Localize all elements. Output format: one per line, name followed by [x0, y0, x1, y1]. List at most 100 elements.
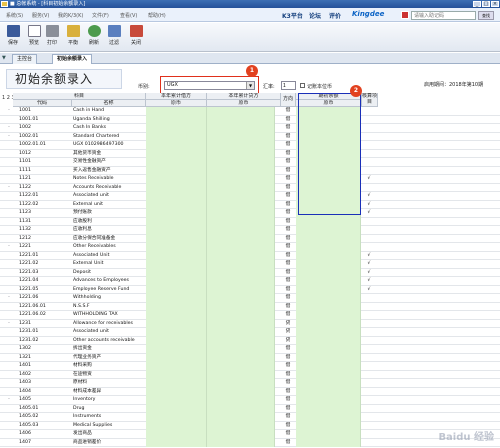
table-row[interactable]: 1402 在途物资 借 [0, 370, 500, 380]
table-row[interactable]: - 1002 Cash In Banks 借 [0, 124, 500, 133]
table-row[interactable]: 1321 代理业务资产 借 [0, 353, 500, 362]
table-row[interactable]: - 1221.06 Withholding 借 [0, 294, 500, 303]
expand-toggle[interactable] [5, 175, 13, 184]
table-row[interactable]: 1302 拆出资金 借 [0, 345, 500, 354]
ytd-debit-cell[interactable] [146, 209, 207, 218]
opening-balance-cell[interactable] [296, 387, 361, 396]
table-row[interactable]: 1002.01.01 UGX 0102986497300 借 [0, 141, 500, 150]
ytd-credit-cell[interactable] [207, 175, 275, 184]
opening-balance-cell[interactable] [296, 396, 361, 405]
ytd-credit-cell[interactable] [207, 336, 275, 345]
opening-balance-cell[interactable] [296, 328, 361, 337]
opening-balance-cell[interactable] [296, 268, 361, 277]
table-row[interactable]: 1231.01 Associated unit 贷 [0, 328, 500, 337]
table-row[interactable]: 1406 发出商品 借 [0, 430, 500, 439]
ytd-debit-cell[interactable] [146, 379, 207, 388]
menu-view[interactable]: 查看(V) [120, 12, 137, 19]
menu-system[interactable]: 系统(S) [6, 12, 23, 19]
expand-toggle[interactable] [5, 209, 13, 218]
expand-toggle[interactable] [5, 371, 13, 380]
ytd-credit-cell[interactable] [207, 217, 275, 226]
table-row[interactable]: - 1405 Inventory 借 [0, 396, 500, 405]
opening-balance-cell[interactable] [296, 336, 361, 345]
ytd-credit-cell[interactable] [207, 192, 275, 201]
ytd-debit-cell[interactable] [146, 285, 207, 294]
tab-opening-balance[interactable]: 初始余额录入 [52, 54, 93, 64]
expand-toggle[interactable]: - [5, 243, 13, 252]
save-button[interactable]: 保存 [5, 25, 21, 49]
ytd-credit-cell[interactable] [207, 268, 275, 277]
opening-balance-cell[interactable] [296, 311, 361, 320]
tab-main-console[interactable]: 主控台 [12, 54, 38, 64]
ytd-credit-cell[interactable] [207, 353, 275, 362]
table-row[interactable]: 1122.01 Associated unit 借 √ [0, 192, 500, 201]
ytd-debit-cell[interactable] [146, 430, 207, 439]
ytd-debit-cell[interactable] [146, 370, 207, 379]
table-row[interactable]: - 1001 Cash in Hand 借 [0, 107, 500, 116]
expand-toggle[interactable] [5, 277, 13, 286]
menu-service[interactable]: 服务(V) [32, 12, 49, 19]
expand-toggle[interactable] [5, 150, 13, 159]
ytd-debit-cell[interactable] [146, 438, 207, 447]
table-row[interactable]: 1221.06.02 WITHHOLDING TAX 借 [0, 311, 500, 320]
ytd-debit-cell[interactable] [146, 124, 207, 133]
ytd-credit-cell[interactable] [207, 370, 275, 379]
ytd-debit-cell[interactable] [146, 302, 207, 311]
ytd-credit-cell[interactable] [207, 141, 275, 150]
ytd-debit-cell[interactable] [146, 260, 207, 269]
ytd-debit-cell[interactable] [146, 226, 207, 235]
ytd-debit-cell[interactable] [146, 192, 207, 201]
opening-balance-cell[interactable] [296, 226, 361, 235]
ytd-credit-cell[interactable] [207, 319, 275, 328]
ytd-credit-cell[interactable] [207, 183, 275, 192]
print-button[interactable]: 打印 [44, 25, 60, 49]
expand-toggle[interactable] [5, 201, 13, 210]
ytd-debit-cell[interactable] [146, 413, 207, 422]
ytd-credit-cell[interactable] [207, 251, 275, 260]
table-row[interactable]: 1012 其他货币资金 借 [0, 149, 500, 159]
ytd-debit-cell[interactable] [146, 243, 207, 252]
opening-balance-cell[interactable] [296, 277, 361, 286]
table-row[interactable]: -1231 Allowance for receivables 贷 [0, 319, 500, 329]
expand-toggle[interactable] [5, 328, 13, 337]
expand-toggle[interactable] [5, 362, 13, 371]
search-button[interactable]: 查找 [478, 11, 494, 20]
ytd-credit-cell[interactable] [207, 107, 275, 116]
expand-toggle[interactable] [5, 226, 13, 235]
ytd-debit-cell[interactable] [146, 132, 207, 141]
table-row[interactable]: 1221.03 Deposit 借 √ [0, 268, 500, 277]
expand-toggle[interactable] [5, 422, 13, 431]
ytd-credit-cell[interactable] [207, 404, 275, 413]
expand-toggle[interactable] [5, 235, 13, 244]
opening-balance-cell[interactable] [296, 379, 361, 388]
link-k3-platform[interactable]: K3平台 [282, 11, 303, 20]
refresh-button[interactable]: 刷新 [86, 25, 102, 49]
table-row[interactable]: 1101 交易性金融资产 借 [0, 158, 500, 167]
ytd-credit-cell[interactable] [207, 277, 275, 286]
opening-balance-cell[interactable] [296, 413, 361, 422]
expand-toggle[interactable]: - [5, 320, 13, 329]
ytd-debit-cell[interactable] [146, 166, 207, 175]
expand-toggle[interactable] [5, 388, 13, 397]
rate-field[interactable] [281, 81, 296, 90]
ytd-debit-cell[interactable] [146, 328, 207, 337]
expand-toggle[interactable]: - [5, 107, 13, 116]
expand-toggle[interactable]: - [5, 184, 13, 193]
expand-toggle[interactable] [5, 167, 13, 176]
expand-toggle[interactable] [5, 286, 13, 295]
link-review[interactable]: 评价 [329, 11, 341, 20]
table-row[interactable]: -1002.01 Standard Chartered 借 [0, 132, 500, 141]
table-row[interactable]: - 1221 Other Receivables 借 [0, 243, 500, 252]
ytd-credit-cell[interactable] [207, 285, 275, 294]
opening-balance-cell[interactable] [296, 260, 361, 269]
ytd-credit-cell[interactable] [207, 132, 275, 141]
expand-toggle[interactable] [5, 116, 13, 125]
ytd-debit-cell[interactable] [146, 353, 207, 362]
ytd-credit-cell[interactable] [207, 328, 275, 337]
table-row[interactable]: 1221.02 External Unit 借 √ [0, 260, 500, 269]
expand-toggle[interactable] [5, 337, 13, 346]
ytd-credit-cell[interactable] [207, 421, 275, 430]
ytd-credit-cell[interactable] [207, 345, 275, 354]
ytd-debit-cell[interactable] [146, 404, 207, 413]
table-row[interactable]: 1123 预付账款 借 √ [0, 209, 500, 218]
